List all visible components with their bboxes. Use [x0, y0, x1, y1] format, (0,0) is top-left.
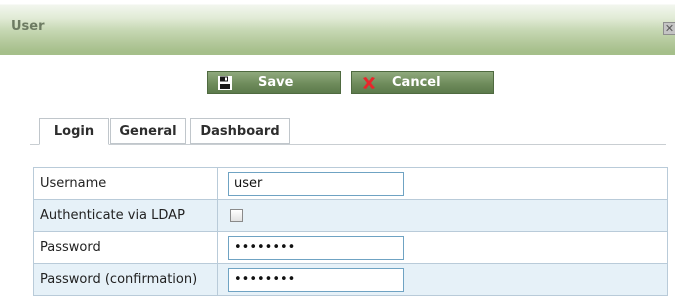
save-button[interactable]: Save: [207, 71, 341, 94]
tab-general-label: General: [119, 123, 177, 139]
password-confirmation-label: Password (confirmation): [33, 263, 218, 296]
ldap-checkbox[interactable]: [230, 209, 243, 222]
password-confirmation-input[interactable]: [228, 267, 404, 292]
tab-dashboard-label: Dashboard: [200, 123, 280, 139]
tab-bar: Login General Dashboard: [30, 118, 666, 145]
tab-general[interactable]: General: [110, 118, 186, 144]
close-button[interactable]: ✕: [663, 22, 675, 35]
tab-dashboard[interactable]: Dashboard: [190, 118, 290, 144]
username-label: Username: [33, 167, 218, 200]
cancel-button[interactable]: Cancel: [351, 71, 494, 94]
username-input[interactable]: [228, 171, 404, 196]
save-button-label: Save: [258, 75, 294, 90]
dialog-title: User: [11, 19, 45, 34]
close-icon: ✕: [664, 22, 675, 35]
cancel-button-label: Cancel: [392, 75, 441, 90]
form-row-ldap: Authenticate via LDAP: [33, 199, 668, 232]
password-label: Password: [33, 231, 218, 264]
form-row-password-confirmation: Password (confirmation): [33, 263, 668, 296]
ldap-label: Authenticate via LDAP: [33, 199, 218, 232]
login-form: Username Authenticate via LDAP Password …: [33, 167, 668, 296]
tab-login-label: Login: [53, 124, 95, 139]
form-row-username: Username: [33, 167, 668, 200]
password-input[interactable]: [228, 235, 404, 260]
tab-login[interactable]: Login: [39, 118, 109, 145]
form-row-password: Password: [33, 231, 668, 264]
floppy-disk-icon: [216, 74, 234, 92]
red-x-icon: [360, 74, 378, 92]
dialog-titlebar: User ✕: [0, 0, 675, 55]
